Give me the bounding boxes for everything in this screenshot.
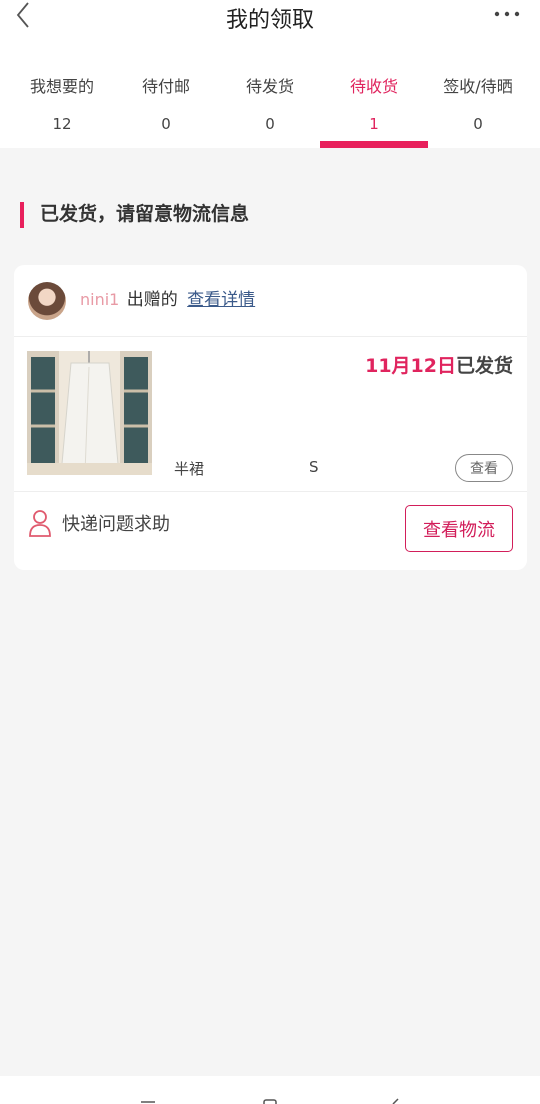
tab-label: 我想要的 xyxy=(29,77,94,96)
top-bar: 我的领取 我想要的 12 待付邮 0 待发货 0 待收货 1 签收/待晒 0 xyxy=(0,0,540,148)
tab-count: 0 xyxy=(473,115,483,133)
shipping-status: 11月12日已发货 xyxy=(365,351,513,378)
menu-icon[interactable] xyxy=(140,1096,156,1104)
delivery-help-label: 快递问题求助 xyxy=(62,514,170,535)
donor-name[interactable]: nini1 xyxy=(80,290,119,309)
more-dots-icon xyxy=(494,11,520,17)
order-card: nini1 出赠的 查看详情 11月12日已发货 半裙 S 查看 快递问题求助 … xyxy=(14,265,527,570)
item-name: 半裙 xyxy=(174,460,205,478)
page-title: 我的领取 xyxy=(225,8,314,33)
ship-date: 11月12日 xyxy=(365,355,456,377)
more-button[interactable] xyxy=(492,4,522,24)
system-nav-bar xyxy=(0,1076,540,1104)
donor-line: nini1 出赠的 查看详情 xyxy=(80,288,255,312)
tab-wanted[interactable]: 我想要的 12 xyxy=(8,64,116,148)
tab-count: 12 xyxy=(52,115,72,133)
ship-status-text: 已发货 xyxy=(455,355,513,377)
tab-pending-postage[interactable]: 待付邮 0 xyxy=(112,64,220,148)
order-card-header: nini1 出赠的 查看详情 xyxy=(14,265,527,337)
tab-pending-shipment[interactable]: 待发货 0 xyxy=(216,64,324,148)
tab-signed-review[interactable]: 签收/待晒 0 xyxy=(424,64,532,148)
tab-pending-receipt[interactable]: 待收货 1 xyxy=(320,64,428,148)
view-logistics-button[interactable]: 查看物流 xyxy=(405,505,513,552)
tab-count: 0 xyxy=(265,115,275,133)
section-accent-bar xyxy=(20,202,24,228)
tab-label: 签收/待晒 xyxy=(443,77,513,96)
home-icon[interactable] xyxy=(262,1096,278,1104)
delivery-help[interactable]: 快递问题求助 xyxy=(28,508,170,538)
user-outline-icon xyxy=(29,510,51,537)
donor-suffix: 出赠的 xyxy=(126,290,178,310)
avatar[interactable] xyxy=(28,282,66,320)
tab-label: 待付邮 xyxy=(141,77,190,96)
tab-count: 0 xyxy=(161,115,171,133)
back-nav-icon[interactable] xyxy=(388,1096,404,1104)
tab-label: 待收货 xyxy=(349,77,398,96)
order-item[interactable]: 11月12日已发货 半裙 S 查看 xyxy=(14,337,527,492)
active-tab-indicator xyxy=(320,141,428,148)
view-details-link[interactable]: 查看详情 xyxy=(187,290,255,310)
view-item-button[interactable]: 查看 xyxy=(455,454,513,482)
tab-count: 1 xyxy=(369,115,379,133)
tab-label: 待发货 xyxy=(245,77,294,96)
section-title: 已发货，请留意物流信息 xyxy=(20,200,249,228)
item-size: S xyxy=(309,458,319,476)
skirt-photo xyxy=(27,351,152,475)
status-tabs: 我想要的 12 待付邮 0 待发货 0 待收货 1 签收/待晒 0 xyxy=(0,64,540,148)
item-thumbnail[interactable] xyxy=(27,351,152,475)
section-title-text: 已发货，请留意物流信息 xyxy=(40,203,250,225)
